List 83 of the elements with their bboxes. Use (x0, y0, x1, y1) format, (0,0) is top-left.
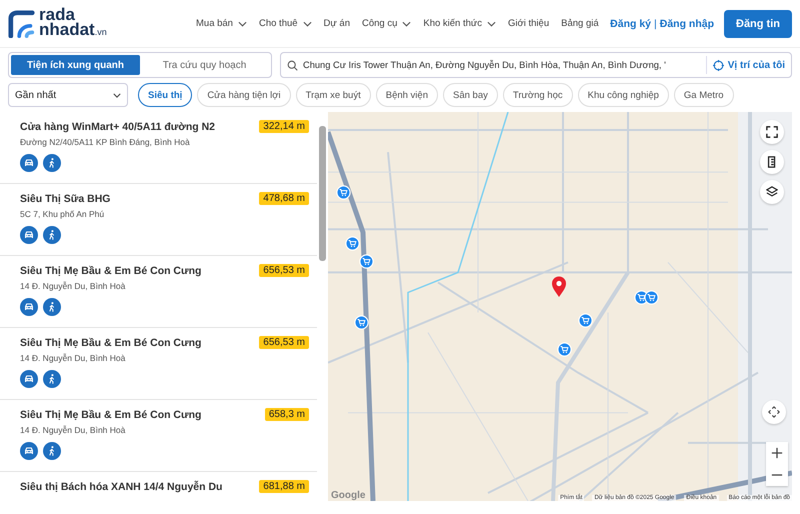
nav-link[interactable]: Mua bán (196, 18, 247, 29)
place-name[interactable]: Siêu Thị Mẹ Bầu & Em Bé Con Cưng (20, 408, 202, 420)
search-value: Chung Cư Iris Tower Thuận An, Đường Nguyễn Du, Bình Hòa, Thuận An, Bình Dương, ' (303, 60, 667, 70)
shopping-cart-marker (336, 185, 351, 200)
login-link[interactable]: Đăng nhập (660, 18, 714, 30)
place-name[interactable]: Siêu Thị Mẹ Bầu & Em Bé Con Cưng (20, 264, 202, 276)
place-address: 14 Đ. Nguyễn Du, Bình Hoà (20, 281, 126, 291)
mode-tab[interactable]: Tiện ích xung quanh (11, 55, 140, 75)
location-pin-marker (551, 276, 567, 298)
shopping-cart-marker (557, 342, 572, 357)
place-address: 5C 7, Khu phố An Phú (20, 209, 106, 219)
car-icon (23, 157, 35, 169)
my-location-button[interactable]: Vị trí của tôi (706, 56, 791, 74)
nav-link[interactable]: Cho thuê (258, 18, 312, 29)
distance-badge: 322,14 m (259, 120, 309, 133)
place-address: 14 Đ. Nguyễn Du, Bình Hoà (20, 353, 126, 363)
walking-button[interactable] (43, 370, 61, 388)
car-icon (23, 301, 35, 313)
walking-button[interactable] (43, 154, 61, 172)
place-name[interactable]: Siêu Thị Sữa BHG (20, 192, 110, 204)
search-icon (287, 60, 298, 70)
logo[interactable]: rada nhadat.vn (8, 7, 188, 40)
category-chip[interactable]: Ga Metro (674, 83, 734, 107)
chevron-icon (238, 20, 247, 26)
distance-badge: 658,3 m (264, 408, 309, 421)
walking-button[interactable] (43, 442, 61, 460)
chevron-icon (402, 20, 412, 26)
car-icon (23, 229, 35, 241)
move-icon (768, 406, 780, 418)
place-name[interactable]: Siêu Thị Mẹ Bầu & Em Bé Con Cưng (20, 336, 202, 348)
place-address: 14 Đ. Nguyễn Du, Bình Hoà (20, 425, 126, 435)
category-chip[interactable]: Siêu thị (138, 83, 192, 107)
category-chip[interactable]: Sân bay (443, 83, 498, 107)
caret-icon (113, 92, 121, 98)
shopping-cart-marker (644, 290, 659, 305)
shopping-cart-marker (354, 315, 369, 330)
shopping-cart-marker (578, 313, 593, 328)
car-icon (23, 373, 35, 385)
category-chip[interactable]: Cửa hàng tiện lợi (197, 83, 291, 107)
shopping-cart-marker (359, 254, 374, 269)
chevron-icon (487, 20, 496, 26)
map-provider-logo: Google (331, 490, 366, 501)
plus-icon (771, 447, 783, 459)
zoom-out-button[interactable] (766, 464, 788, 486)
place-address: Đường N2/40/5A11 KP Bình Đáng, Bình Hoà (20, 137, 191, 147)
nav-link[interactable]: Kho kiến thức (423, 18, 496, 29)
sort-dropdown[interactable]: Gần nhất (8, 83, 128, 107)
document-icon (766, 156, 778, 168)
nav-link[interactable]: Bảng giá (561, 18, 599, 29)
driving-button[interactable] (20, 154, 38, 172)
driving-button[interactable] (20, 298, 38, 316)
nav-link[interactable]: Công cụ (362, 18, 412, 29)
shopping-cart-marker (345, 236, 360, 251)
nav-link[interactable]: Dự án (324, 18, 350, 29)
place-name[interactable]: Siêu thị Bách hóa XANH 14/4 Nguyễn Du (20, 480, 222, 492)
driving-button[interactable] (20, 370, 38, 388)
logo-icon (8, 10, 36, 38)
separator-text: | (654, 18, 657, 30)
logo-text: nhadat.vn (39, 22, 107, 40)
category-chip[interactable]: Bệnh viện (376, 83, 438, 107)
register-link[interactable]: Đăng ký (610, 18, 652, 30)
logo-text: rada (39, 7, 75, 22)
place-name[interactable]: Cửa hàng WinMart+ 40/5A11 đường N2 (20, 120, 215, 132)
distance-badge: 656,53 m (259, 336, 309, 349)
driving-button[interactable] (20, 226, 38, 244)
layers-icon (766, 186, 778, 198)
fullscreen-icon (766, 126, 778, 138)
zoom-in-button[interactable] (766, 442, 788, 464)
nav-link[interactable]: Giới thiệu (508, 18, 550, 29)
search-field[interactable]: Chung Cư Iris Tower Thuận An, Đường Nguyễn Du, Bình Hòa, Thuận An, Bình Dương, ' Vị trí của tôi (280, 52, 792, 78)
crosshair-icon (712, 60, 724, 70)
driving-button[interactable] (20, 442, 38, 460)
car-icon (23, 445, 35, 457)
category-chip[interactable]: Trạm xe buýt (296, 83, 371, 107)
distance-badge: 656,53 m (259, 264, 309, 277)
post-button[interactable]: Đăng tin (724, 10, 792, 38)
chevron-icon (302, 20, 312, 26)
walking-button[interactable] (43, 226, 61, 244)
category-chip[interactable]: Trường học (502, 83, 573, 107)
distance-badge: 478,68 m (259, 192, 309, 205)
walking-button[interactable] (43, 298, 61, 316)
distance-badge: 681,88 m (259, 480, 309, 493)
category-chip[interactable]: Khu công nghiệp (578, 83, 669, 107)
